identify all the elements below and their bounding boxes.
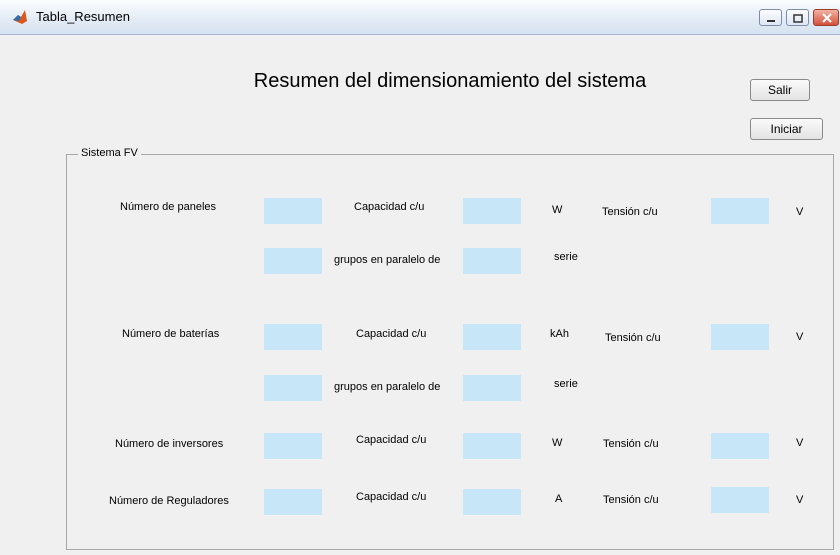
regulators-capacity-unit: A — [555, 493, 563, 505]
batteries-voltage-label: Tensión c/u — [605, 332, 661, 344]
exit-button[interactable]: Salir — [750, 79, 810, 101]
panels-voltage-field[interactable] — [711, 198, 769, 224]
batteries-series-label: serie — [554, 378, 578, 390]
inverters-capacity-label: Capacidad c/u — [356, 434, 427, 446]
batteries-capacity-field[interactable] — [463, 324, 521, 350]
inverters-capacity-unit: W — [552, 437, 563, 449]
regulators-count-field[interactable] — [264, 489, 322, 515]
page-heading: Resumen del dimensionamiento del sistema — [253, 70, 647, 92]
regulators-voltage-field[interactable] — [711, 487, 769, 513]
batteries-capacity-unit: kAh — [550, 328, 569, 340]
panels-count-label: Número de paneles — [120, 201, 217, 213]
batteries-count-label: Número de baterías — [122, 328, 220, 340]
panels-count-field[interactable] — [264, 198, 322, 224]
regulators-voltage-unit: V — [796, 494, 804, 506]
inverters-voltage-label: Tensión c/u — [603, 438, 659, 450]
regulators-capacity-label: Capacidad c/u — [356, 491, 427, 503]
regulators-capacity-field[interactable] — [463, 489, 521, 515]
panels-capacity-label: Capacidad c/u — [354, 201, 425, 213]
batteries-groups-label: grupos en paralelo de — [334, 381, 441, 393]
regulators-count-label: Número de Reguladores — [109, 495, 229, 507]
panels-series-label: serie — [554, 251, 578, 263]
panels-capacity-unit: W — [552, 204, 563, 216]
close-icon[interactable] — [813, 9, 839, 26]
panels-series-field[interactable] — [463, 248, 521, 274]
inverters-voltage-unit: V — [796, 437, 804, 449]
batteries-series-field[interactable] — [463, 375, 521, 401]
batteries-count-field[interactable] — [264, 324, 322, 350]
inverters-count-field[interactable] — [264, 433, 322, 459]
panels-capacity-field[interactable] — [463, 198, 521, 224]
start-button[interactable]: Iniciar — [750, 118, 823, 140]
batteries-capacity-label: Capacidad c/u — [356, 328, 427, 340]
regulators-voltage-label: Tensión c/u — [603, 494, 659, 506]
inverters-capacity-field[interactable] — [463, 433, 521, 459]
panels-voltage-label: Tensión c/u — [602, 206, 658, 218]
title-bar: Tabla_Resumen — [0, 0, 840, 35]
panels-groups-label: grupos en paralelo de — [334, 254, 441, 266]
batteries-groups-field[interactable] — [264, 375, 322, 401]
minimize-icon[interactable] — [759, 9, 782, 26]
maximize-icon[interactable] — [786, 9, 809, 26]
window-title: Tabla_Resumen — [36, 9, 130, 24]
panels-groups-field[interactable] — [264, 248, 322, 274]
batteries-voltage-unit: V — [796, 331, 804, 343]
inverters-voltage-field[interactable] — [711, 433, 769, 459]
matlab-icon — [13, 10, 27, 24]
panel-title: Sistema FV — [78, 147, 141, 159]
inverters-count-label: Número de inversores — [115, 438, 224, 450]
panels-voltage-unit: V — [796, 206, 804, 218]
batteries-voltage-field[interactable] — [711, 324, 769, 350]
